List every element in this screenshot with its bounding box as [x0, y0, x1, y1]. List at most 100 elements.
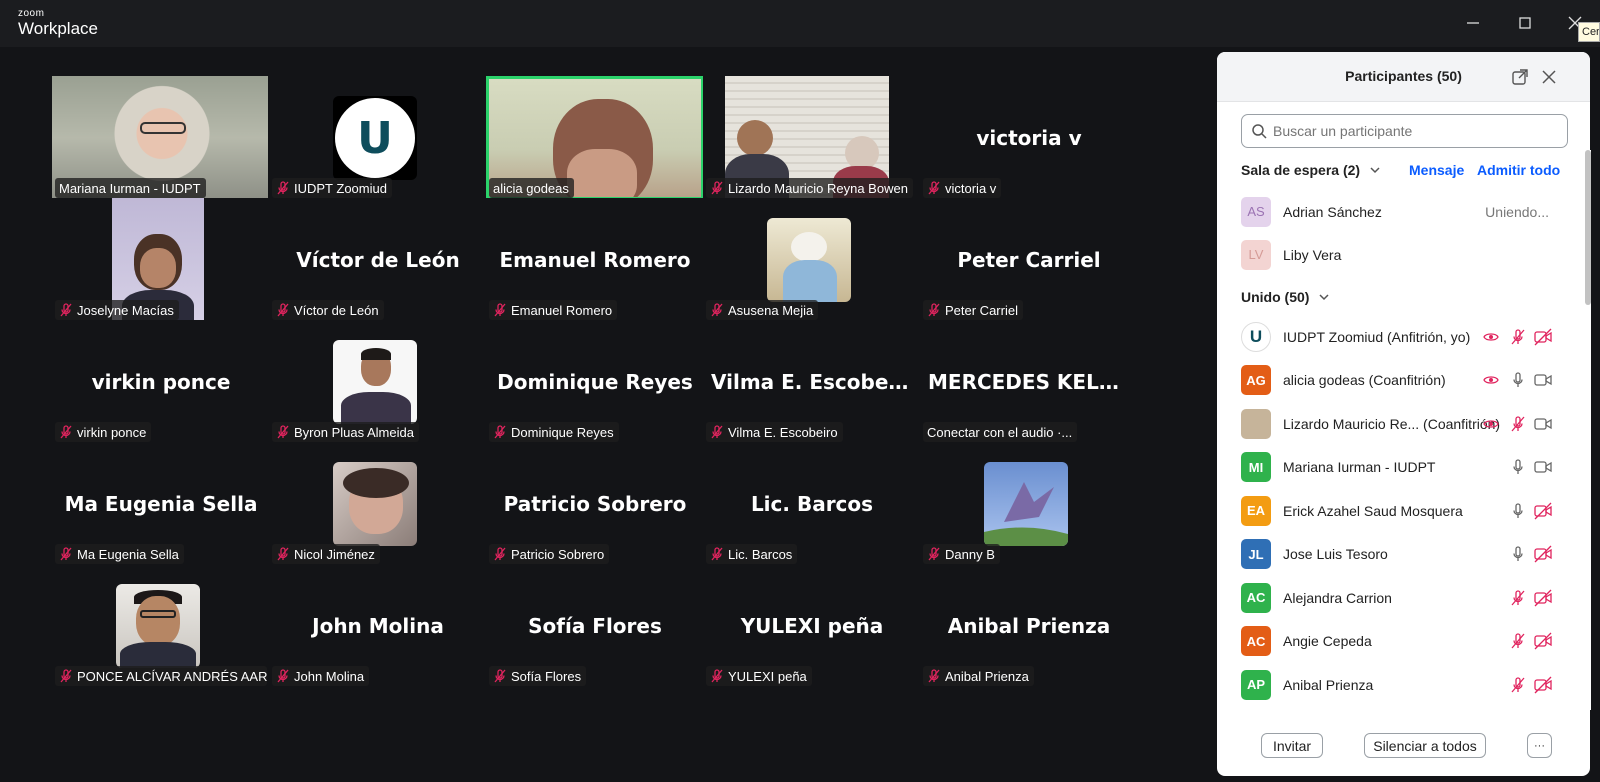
participant-row[interactable]: MI Mariana Iurman - IUDPT [1217, 446, 1567, 489]
tile-name-label: PONCE ALCÍVAR ANDRÉS AAR... [55, 666, 267, 686]
video-tile[interactable]: U IUDPT Zoomiud [269, 76, 487, 200]
mic-muted-icon [276, 181, 290, 195]
participant-row[interactable]: AC Angie Cepeda [1217, 620, 1567, 663]
participant-name: Lizardo Mauricio Re... (Coanfitrión) [1283, 415, 1501, 432]
tile-display-name: Emanuel Romero [499, 248, 691, 272]
camera-icon[interactable] [1533, 415, 1553, 433]
video-tile[interactable]: MERCEDES KELL... Conectar con el audio ·.… [920, 320, 1138, 444]
search-input[interactable] [1273, 123, 1553, 139]
video-tile[interactable]: Byron Pluas Almeida [269, 320, 487, 444]
mic-muted-icon[interactable] [1509, 415, 1527, 433]
mic-muted-icon [493, 425, 507, 439]
video-tile[interactable]: Peter Carriel Peter Carriel [920, 198, 1138, 322]
tile-name-text: Lic. Barcos [728, 546, 793, 562]
participant-name: Alejandra Carrion [1283, 589, 1392, 606]
mic-muted-icon[interactable] [1509, 632, 1527, 650]
mic-muted-icon [276, 303, 290, 317]
avatar: AC [1241, 582, 1271, 613]
invite-button[interactable]: Invitar [1261, 733, 1323, 758]
tile-name-label: Joselyne Macías [55, 300, 179, 320]
video-tile[interactable]: Emanuel Romero Emanuel Romero [486, 198, 704, 322]
video-tile[interactable]: Víctor de León Víctor de León [269, 198, 487, 322]
participant-row[interactable]: AP Anibal Prienza [1217, 663, 1567, 706]
video-tile[interactable]: PONCE ALCÍVAR ANDRÉS AAR... [52, 564, 270, 688]
camera-off-icon[interactable] [1533, 545, 1553, 563]
participant-row[interactable]: EA Erick Azahel Saud Mosquera [1217, 489, 1567, 532]
video-tile[interactable]: Lizardo Mauricio Reyna Bowen [703, 76, 921, 200]
tile-name-text: John Molina [294, 668, 365, 684]
video-tile[interactable]: Nicol Jiménez [269, 442, 487, 566]
close-panel-icon[interactable] [1542, 70, 1556, 84]
tile-name-label: Mariana Iurman - IUDPT [55, 178, 206, 198]
video-tile[interactable]: alicia godeas [486, 76, 704, 200]
more-options-button[interactable]: ··· [1527, 733, 1552, 758]
mic-icon[interactable] [1509, 545, 1527, 563]
mic-icon[interactable] [1509, 371, 1527, 389]
mic-muted-icon [927, 669, 941, 683]
participant-search[interactable] [1241, 114, 1568, 148]
popout-icon[interactable] [1512, 69, 1528, 85]
waiting-participant-row[interactable]: LV Liby Vera [1217, 233, 1567, 276]
joined-label: Unido (50) [1241, 289, 1310, 305]
admit-all-link[interactable]: Admitir todo [1477, 162, 1560, 178]
tile-name-label: Dominique Reyes [489, 422, 619, 442]
camera-off-icon[interactable] [1533, 676, 1553, 694]
video-tile[interactable]: John Molina John Molina [269, 564, 487, 688]
video-tile[interactable]: Anibal Prienza Anibal Prienza [920, 564, 1138, 688]
participant-name: alicia godeas (Coanfitrión) [1283, 372, 1446, 388]
video-tile[interactable]: Lic. Barcos Lic. Barcos [703, 442, 921, 566]
video-tile[interactable]: Patricio Sobrero Patricio Sobrero [486, 442, 704, 566]
avatar [767, 218, 851, 302]
video-tile[interactable]: Joselyne Macías [52, 198, 270, 322]
waiting-room-toggle[interactable]: Sala de espera (2) [1241, 162, 1380, 178]
camera-off-icon[interactable] [1533, 632, 1553, 650]
video-tile[interactable]: Danny B [920, 442, 1138, 566]
participant-row[interactable]: AC Alejandra Carrion [1217, 576, 1567, 619]
panel-scrollbar[interactable] [1585, 150, 1591, 710]
tile-display-name: Anibal Prienza [947, 614, 1111, 638]
maximize-button[interactable] [1514, 12, 1536, 34]
participant-row[interactable]: U IUDPT Zoomiud (Anfitrión, yo) [1217, 315, 1567, 358]
maximize-icon [1519, 17, 1531, 29]
video-tile[interactable]: Dominique Reyes Dominique Reyes [486, 320, 704, 444]
mic-muted-icon [710, 669, 724, 683]
minimize-button[interactable] [1462, 12, 1484, 34]
mic-muted-icon[interactable] [1509, 676, 1527, 694]
mic-icon[interactable] [1509, 458, 1527, 476]
scroll-thumb[interactable] [1585, 150, 1591, 305]
video-tile[interactable]: Vilma E. Escobei... Vilma E. Escobeiro [703, 320, 921, 444]
video-tile[interactable]: Sofía Flores Sofía Flores [486, 564, 704, 688]
camera-off-icon[interactable] [1533, 328, 1553, 346]
avatar: LV [1241, 239, 1271, 270]
avatar: LM [1241, 408, 1271, 439]
message-link[interactable]: Mensaje [1409, 162, 1464, 178]
tile-display-name: Sofía Flores [528, 614, 662, 638]
tile-display-name: MERCEDES KELL... [928, 370, 1135, 394]
mic-muted-icon[interactable] [1509, 328, 1527, 346]
video-tile[interactable]: Ma Eugenia Sella Ma Eugenia Sella [52, 442, 270, 566]
participant-row[interactable]: JL Jose Luis Tesoro [1217, 533, 1567, 576]
video-tile[interactable]: virkin ponce virkin ponce [52, 320, 270, 444]
mic-icon[interactable] [1509, 502, 1527, 520]
video-tile[interactable]: Mariana Iurman - IUDPT [52, 76, 270, 200]
camera-off-icon[interactable] [1533, 502, 1553, 520]
avatar [984, 462, 1068, 546]
camera-off-icon[interactable] [1533, 589, 1553, 607]
mute-all-button[interactable]: Silenciar a todos [1364, 733, 1486, 758]
participant-name: Liby Vera [1283, 246, 1342, 263]
participant-row[interactable]: AG alicia godeas (Coanfitrión) [1217, 359, 1567, 402]
tile-name-label: alicia godeas [489, 178, 574, 198]
camera-icon[interactable] [1533, 458, 1553, 476]
recording-icon [1482, 328, 1500, 346]
video-tile[interactable]: Asusena Mejia [703, 198, 921, 322]
video-tile[interactable]: victoria v victoria v [920, 76, 1138, 200]
participant-name: Adrian Sánchez [1283, 203, 1382, 220]
joined-toggle[interactable]: Unido (50) [1241, 289, 1329, 305]
participant-row[interactable]: LM Lizardo Mauricio Re... (Coanfitrión) [1217, 402, 1567, 445]
tile-name-label: Sofía Flores [489, 666, 587, 686]
camera-icon[interactable] [1533, 371, 1553, 389]
tile-name-text: Víctor de León [294, 302, 379, 318]
video-tile[interactable]: YULEXI peña YULEXI peña [703, 564, 921, 688]
mic-muted-icon[interactable] [1509, 589, 1527, 607]
waiting-participant-row[interactable]: AS Adrian Sánchez Uniendo... [1217, 190, 1567, 233]
